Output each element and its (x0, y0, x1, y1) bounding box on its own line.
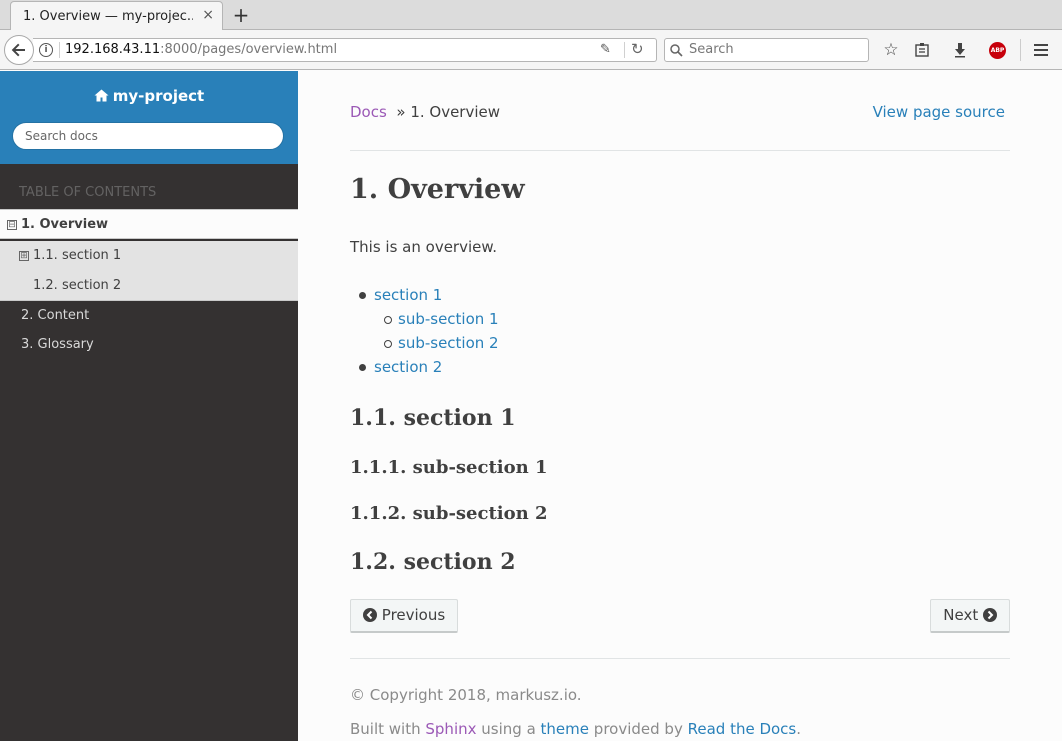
browser-nav-bar: i 192.168.43.11:8000/pages/overview.html… (0, 30, 1062, 70)
pencil-icon[interactable]: ✎ (600, 42, 611, 57)
home-icon (94, 89, 109, 102)
new-tab-icon[interactable]: + (230, 3, 252, 27)
browser-tab-active[interactable]: 1. Overview — my-projec... × (10, 1, 223, 31)
breadcrumb-separator: » (396, 103, 406, 121)
download-icon[interactable] (949, 39, 971, 61)
toc-link-section-1[interactable]: section 1 (374, 286, 442, 304)
url-path: :8000/pages/overview.html (160, 42, 338, 57)
search-placeholder: Search (689, 42, 734, 57)
heading-section-1: 1.1. section 1 (350, 405, 516, 431)
back-button[interactable] (4, 35, 34, 65)
sidebar-item-section-2[interactable]: 1.2. section 2 (0, 271, 298, 301)
heading-sub-section-1: 1.1.1. sub-section 1 (350, 457, 548, 478)
main-content: Docs » 1. Overview View page source 1. O… (350, 71, 1010, 741)
heading-section-2: 1.2. section 2 (350, 549, 516, 575)
sidebar-item-label: 1.1. section 1 (33, 248, 122, 263)
arrow-circle-right-icon (983, 608, 997, 622)
url-bar[interactable]: i 192.168.43.11:8000/pages/overview.html… (33, 38, 657, 62)
url-text[interactable]: 192.168.43.11:8000/pages/overview.html (65, 42, 337, 57)
footer-divider (350, 658, 1010, 659)
circle-bullet-icon (384, 316, 392, 324)
previous-label: Previous (381, 606, 446, 624)
info-icon[interactable]: i (39, 43, 53, 57)
sidebar-header: my-project (0, 71, 298, 164)
circle-bullet-icon (384, 340, 392, 348)
breadcrumb-docs-link[interactable]: Docs (350, 103, 387, 121)
toc-link-section-2[interactable]: section 2 (374, 358, 442, 376)
adblock-icon[interactable]: ABP (989, 42, 1006, 59)
project-home-link[interactable]: my-project (0, 87, 298, 105)
toolbar-separator (1020, 39, 1021, 61)
browser-tab-bar: 1. Overview — my-projec... × + (0, 0, 1062, 31)
header-divider (350, 150, 1010, 151)
search-docs-input[interactable] (12, 122, 284, 150)
url-separator-2 (624, 42, 625, 58)
sidebar-item-overview[interactable]: ⊟ 1. Overview (0, 209, 298, 239)
tab-close-icon[interactable]: × (202, 7, 214, 23)
sidebar-item-label: 2. Content (21, 308, 90, 323)
breadcrumb: Docs » 1. Overview (350, 103, 500, 121)
expand-icon[interactable]: ⊞ (19, 251, 29, 261)
provided-by-text: provided by (593, 720, 683, 738)
magnifier-icon (670, 44, 683, 57)
next-label: Next (943, 606, 979, 624)
bullet-icon (359, 364, 366, 371)
using-a-text: using a (481, 720, 536, 738)
arrow-circle-left-icon (363, 608, 377, 622)
read-the-docs-link[interactable]: Read the Docs (688, 720, 797, 738)
breadcrumb-current: 1. Overview (410, 103, 501, 121)
sidebar-item-label: 1.2. section 2 (33, 278, 122, 293)
footer-period: . (796, 720, 802, 738)
toc-link-sub-section-2[interactable]: sub-section 2 (398, 334, 499, 352)
previous-button[interactable]: Previous (350, 599, 459, 633)
sidebar-item-section-1[interactable]: ⊞ 1.1. section 1 (0, 241, 298, 271)
heading-sub-section-2: 1.1.2. sub-section 2 (350, 503, 548, 524)
url-host: 192.168.43.11 (65, 42, 161, 57)
next-button[interactable]: Next (930, 599, 1010, 633)
toc-link-sub-section-1[interactable]: sub-section 1 (398, 310, 499, 328)
project-name: my-project (112, 87, 205, 105)
back-arrow-icon (11, 43, 25, 57)
hamburger-menu-icon[interactable] (1030, 39, 1052, 61)
sidebar-item-glossary[interactable]: 3. Glossary (0, 330, 298, 360)
view-page-source-link[interactable]: View page source (873, 103, 1005, 121)
reading-list-icon[interactable] (911, 39, 933, 61)
bullet-icon (359, 292, 366, 299)
built-with-text: Built with Sphinx using a theme provided… (350, 720, 801, 738)
intro-paragraph: This is an overview. (350, 238, 498, 256)
theme-link[interactable]: theme (541, 720, 589, 738)
url-separator (59, 42, 60, 58)
sphinx-link[interactable]: Sphinx (425, 720, 476, 738)
copyright-text: © Copyright 2018, markusz.io. (350, 686, 582, 704)
tab-title: 1. Overview — my-projec... (23, 9, 193, 24)
sidebar-item-label: 1. Overview (21, 217, 109, 232)
bookmark-star-icon[interactable]: ☆ (880, 39, 902, 61)
toc-caption: TABLE OF CONTENTS (19, 185, 157, 200)
collapse-icon[interactable]: ⊟ (7, 220, 17, 230)
docs-sidebar: my-project TABLE OF CONTENTS ⊟ 1. Overvi… (0, 71, 298, 741)
sidebar-item-label: 3. Glossary (21, 337, 94, 352)
built-prefix: Built with (350, 720, 421, 738)
browser-search-bar[interactable]: Search (664, 38, 869, 62)
page-title: 1. Overview (350, 174, 525, 205)
reload-icon[interactable]: ↻ (631, 40, 644, 58)
sidebar-item-content[interactable]: 2. Content (0, 301, 298, 331)
